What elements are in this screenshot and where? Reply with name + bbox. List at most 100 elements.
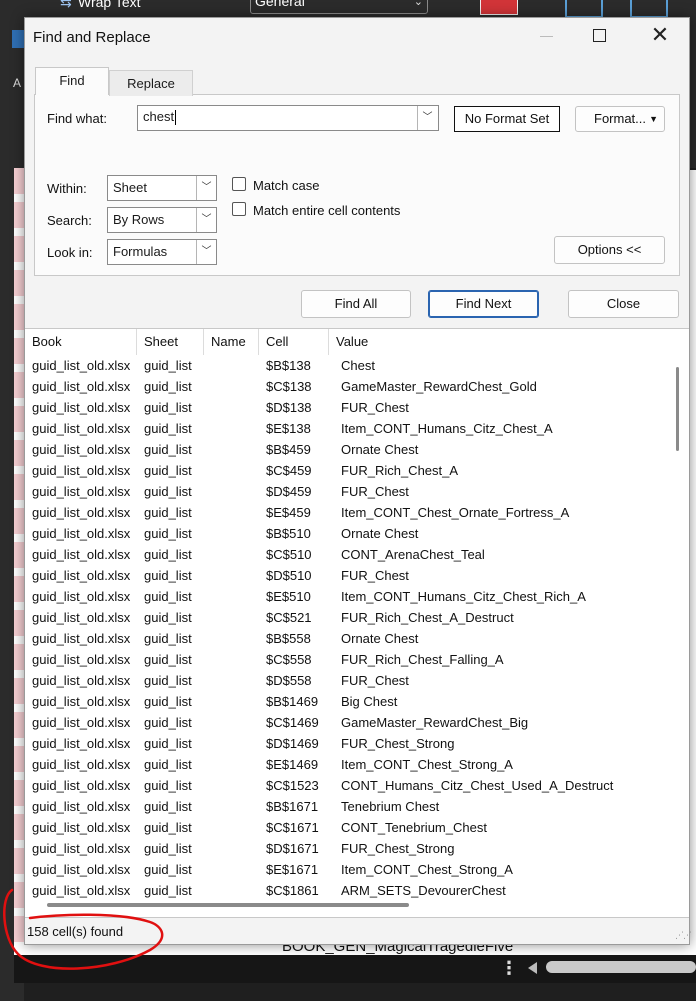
match-case-checkbox[interactable] xyxy=(232,177,246,191)
table-row[interactable]: guid_list_old.xlsx guid_list $D$510 FUR_Che… xyxy=(25,565,675,586)
result-sheet: guid_list xyxy=(144,358,192,373)
result-cell: $C$510 xyxy=(266,547,312,562)
result-cell: $E$510 xyxy=(266,589,311,604)
format-button[interactable]: Format... ▼ xyxy=(575,106,665,132)
number-format-select[interactable]: General ⌄ xyxy=(250,0,428,14)
results-rows: guid_list_old.xlsx guid_list $B$138 Chest gu… xyxy=(25,355,675,901)
table-row[interactable]: guid_list_old.xlsx guid_list $C$1671 CONT_T… xyxy=(25,817,675,838)
results-horizontal-scrollbar[interactable] xyxy=(47,903,409,907)
table-row[interactable]: guid_list_old.xlsx guid_list $D$558 FUR_Che… xyxy=(25,670,675,691)
result-cell: $D$558 xyxy=(266,673,312,688)
chevron-down-icon: ﹀ xyxy=(196,176,216,200)
table-row[interactable]: guid_list_old.xlsx guid_list $C$1523 CONT_H… xyxy=(25,775,675,796)
result-sheet: guid_list xyxy=(144,379,192,394)
find-what-label: Find what: xyxy=(47,111,107,126)
more-options-icon[interactable]: ⋮ xyxy=(500,958,518,979)
result-book: guid_list_old.xlsx xyxy=(32,463,131,478)
wrap-text-button[interactable]: ⇆ Wrap Text xyxy=(60,0,141,11)
wrap-text-label: Wrap Text xyxy=(78,0,141,10)
result-value: Ornate Chest xyxy=(341,631,419,646)
table-row[interactable]: guid_list_old.xlsx guid_list $B$1671 Tenebr… xyxy=(25,796,675,817)
table-row[interactable]: guid_list_old.xlsx guid_list $E$510 Item_CO… xyxy=(25,586,675,607)
tab-find[interactable]: Find xyxy=(35,67,109,95)
text-caret xyxy=(175,110,177,126)
tab-replace[interactable]: Replace xyxy=(109,70,193,96)
table-row[interactable]: guid_list_old.xlsx guid_list $B$558 Ornate … xyxy=(25,628,675,649)
result-book: guid_list_old.xlsx xyxy=(32,652,131,667)
look-in-select[interactable]: Formulas ﹀ xyxy=(107,239,217,265)
result-sheet: guid_list xyxy=(144,883,192,898)
scroll-left-icon[interactable] xyxy=(528,962,537,974)
column-header-sheet[interactable]: Sheet xyxy=(137,329,204,355)
table-row[interactable]: guid_list_old.xlsx guid_list $C$459 FUR_Ric… xyxy=(25,460,675,481)
result-book: guid_list_old.xlsx xyxy=(32,820,131,835)
column-header-value[interactable]: Value xyxy=(329,329,669,355)
result-value: Item_CONT_Chest_Strong_A xyxy=(341,862,513,877)
table-row[interactable]: guid_list_old.xlsx guid_list $C$1469 GameMa… xyxy=(25,712,675,733)
table-row[interactable]: guid_list_old.xlsx guid_list $C$510 CONT_Ar… xyxy=(25,544,675,565)
table-row[interactable]: guid_list_old.xlsx guid_list $B$459 Ornate … xyxy=(25,439,675,460)
result-cell: $E$138 xyxy=(266,421,311,436)
result-sheet: guid_list xyxy=(144,862,192,877)
table-row[interactable]: guid_list_old.xlsx guid_list $D$138 FUR_Che… xyxy=(25,397,675,418)
cell-styles-icon[interactable] xyxy=(630,0,668,18)
table-row[interactable]: guid_list_old.xlsx guid_list $D$459 FUR_Che… xyxy=(25,481,675,502)
result-value: Tenebrium Chest xyxy=(341,799,440,814)
table-row[interactable]: guid_list_old.xlsx guid_list $E$1671 Item_C… xyxy=(25,859,675,880)
table-row[interactable]: guid_list_old.xlsx guid_list $C$521 FUR_Ric… xyxy=(25,607,675,628)
table-row[interactable]: guid_list_old.xlsx guid_list $D$1469 FUR_Ch… xyxy=(25,733,675,754)
result-cell: $B$1671 xyxy=(266,799,319,814)
look-in-label: Look in: xyxy=(47,245,93,260)
results-vertical-scrollbar[interactable] xyxy=(676,367,679,451)
table-row[interactable]: guid_list_old.xlsx guid_list $C$1861 ARM_SE… xyxy=(25,880,675,901)
table-row[interactable]: guid_list_old.xlsx guid_list $C$558 FUR_Ric… xyxy=(25,649,675,670)
minimize-icon xyxy=(537,26,557,46)
result-value: FUR_Rich_Chest_A_Destruct xyxy=(341,610,514,625)
result-sheet: guid_list xyxy=(144,736,192,751)
find-what-dropdown-button[interactable]: ﹀ xyxy=(417,106,437,130)
result-value: Chest xyxy=(341,358,375,373)
table-row[interactable]: guid_list_old.xlsx guid_list $B$1469 Big Ch… xyxy=(25,691,675,712)
conditional-format-icon[interactable] xyxy=(480,0,518,15)
find-next-button[interactable]: Find Next xyxy=(428,290,539,318)
excel-left-label: A xyxy=(13,76,22,90)
table-row[interactable]: guid_list_old.xlsx guid_list $B$138 Chest xyxy=(25,355,675,376)
result-book: guid_list_old.xlsx xyxy=(32,547,131,562)
cells-found-status: 158 cell(s) found xyxy=(27,924,124,939)
column-header-book[interactable]: Book xyxy=(25,329,137,355)
find-all-button[interactable]: Find All xyxy=(301,290,411,318)
table-row[interactable]: guid_list_old.xlsx guid_list $D$1671 FUR_Ch… xyxy=(25,838,675,859)
table-row[interactable]: guid_list_old.xlsx guid_list $E$459 Item_CO… xyxy=(25,502,675,523)
resize-grip-icon[interactable]: ⋰⋰ xyxy=(675,930,692,941)
column-header-cell[interactable]: Cell xyxy=(259,329,329,355)
result-sheet: guid_list xyxy=(144,799,192,814)
dialog-titlebar[interactable]: Find and Replace ✕ xyxy=(25,18,689,56)
result-book: guid_list_old.xlsx xyxy=(32,631,131,646)
result-cell: $D$510 xyxy=(266,568,312,583)
format-table-icon[interactable] xyxy=(565,0,603,18)
results-list[interactable]: Book Sheet Name Cell Value guid_list_old… xyxy=(25,328,689,918)
table-row[interactable]: guid_list_old.xlsx guid_list $C$138 GameMas… xyxy=(25,376,675,397)
close-window-button[interactable]: ✕ xyxy=(649,24,671,46)
result-value: Item_CONT_Humans_Citz_Chest_A xyxy=(341,421,553,436)
result-sheet: guid_list xyxy=(144,757,192,772)
result-cell: $D$138 xyxy=(266,400,312,415)
find-what-input[interactable]: chest xyxy=(137,105,439,131)
within-value: Sheet xyxy=(113,180,147,195)
match-entire-checkbox[interactable] xyxy=(232,202,246,216)
table-row[interactable]: guid_list_old.xlsx guid_list $E$138 Item_CO… xyxy=(25,418,675,439)
result-value: Item_CONT_Humans_Citz_Chest_Rich_A xyxy=(341,589,586,604)
within-select[interactable]: Sheet ﹀ xyxy=(107,175,217,201)
result-sheet: guid_list xyxy=(144,589,192,604)
table-row[interactable]: guid_list_old.xlsx guid_list $B$510 Ornate … xyxy=(25,523,675,544)
column-header-name[interactable]: Name xyxy=(204,329,259,355)
close-button[interactable]: Close xyxy=(568,290,679,318)
result-value: Ornate Chest xyxy=(341,526,419,541)
maximize-button[interactable] xyxy=(593,29,606,42)
table-row[interactable]: guid_list_old.xlsx guid_list $E$1469 Item_C… xyxy=(25,754,675,775)
search-select[interactable]: By Rows ﹀ xyxy=(107,207,217,233)
result-cell: $C$138 xyxy=(266,379,312,394)
result-value: Item_CONT_Chest_Ornate_Fortress_A xyxy=(341,505,570,520)
sheet-horizontal-scrollbar[interactable] xyxy=(546,961,696,973)
options-button[interactable]: Options << xyxy=(554,236,665,264)
